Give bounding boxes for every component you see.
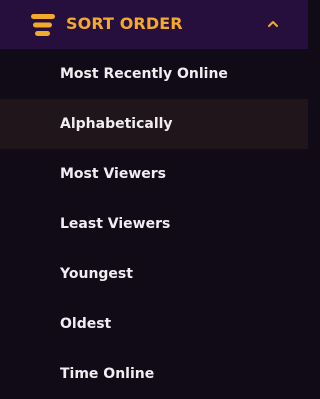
sort-option-label: Youngest <box>60 266 133 282</box>
sort-order-title: SORT ORDER <box>66 14 183 33</box>
sort-option-label: Alphabetically <box>60 116 173 132</box>
sort-option-label: Least Viewers <box>60 216 171 232</box>
chevron-up-icon[interactable] <box>266 17 280 31</box>
sort-order-panel: SORT ORDER Most Recently Online Alphabet… <box>0 0 308 399</box>
sort-option-label: Most Recently Online <box>60 66 228 82</box>
sort-options-list: Most Recently Online Alphabetically Most… <box>0 49 308 399</box>
sort-option-most-recently-online[interactable]: Most Recently Online <box>0 49 308 99</box>
sort-option-most-viewers[interactable]: Most Viewers <box>0 149 308 199</box>
sort-option-label: Oldest <box>60 316 112 332</box>
sort-option-oldest[interactable]: Oldest <box>0 299 308 349</box>
sort-option-youngest[interactable]: Youngest <box>0 249 308 299</box>
sort-order-header[interactable]: SORT ORDER <box>0 0 308 49</box>
sort-option-label: Most Viewers <box>60 166 166 182</box>
sort-lines-icon <box>31 14 55 36</box>
sort-option-alphabetically[interactable]: Alphabetically <box>0 99 308 149</box>
sort-option-least-viewers[interactable]: Least Viewers <box>0 199 308 249</box>
sort-option-label: Time Online <box>60 366 155 382</box>
sort-option-time-online[interactable]: Time Online <box>0 349 308 399</box>
